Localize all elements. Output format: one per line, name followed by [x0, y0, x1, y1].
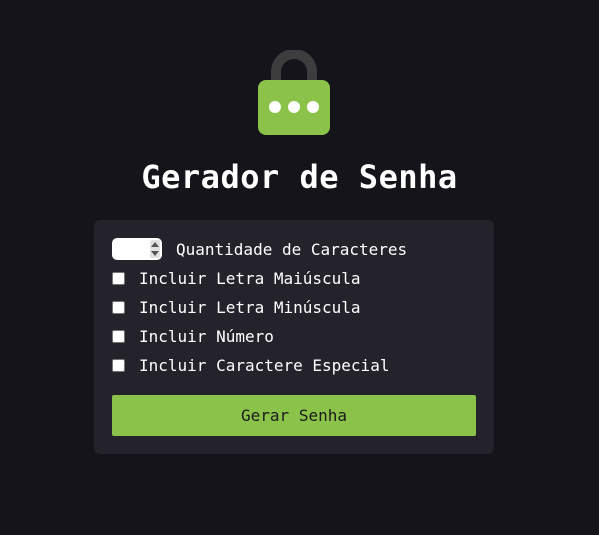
number-label[interactable]: Incluir Número: [139, 327, 274, 346]
generator-panel: Quantidade de Caracteres Incluir Letra M…: [94, 220, 494, 454]
chevron-up-icon: [151, 242, 159, 247]
option-lowercase[interactable]: Incluir Letra Minúscula: [112, 296, 361, 318]
length-stepper[interactable]: [112, 238, 162, 260]
option-special[interactable]: Incluir Caractere Especial: [112, 354, 389, 376]
page-title: Gerador de Senha: [141, 158, 458, 196]
generate-button[interactable]: Gerar Senha: [112, 395, 476, 436]
uppercase-checkbox[interactable]: [112, 271, 125, 285]
uppercase-label[interactable]: Incluir Letra Maiúscula: [139, 269, 361, 288]
special-label[interactable]: Incluir Caractere Especial: [139, 356, 389, 375]
number-checkbox[interactable]: [112, 329, 125, 343]
lock-icon: [258, 50, 330, 135]
lowercase-label[interactable]: Incluir Letra Minúscula: [139, 298, 361, 317]
chevron-down-icon: [151, 251, 159, 256]
increment-button[interactable]: [150, 240, 160, 249]
length-label: Quantidade de Caracteres: [176, 239, 408, 259]
option-uppercase[interactable]: Incluir Letra Maiúscula: [112, 267, 361, 289]
length-row: Quantidade de Caracteres: [112, 238, 407, 260]
length-input[interactable]: [112, 238, 148, 260]
lowercase-checkbox[interactable]: [112, 300, 125, 314]
page: Gerador de Senha Quantidade de Caractere…: [0, 0, 599, 535]
special-checkbox[interactable]: [112, 358, 125, 372]
decrement-button[interactable]: [150, 249, 160, 258]
spin-buttons[interactable]: [150, 240, 160, 258]
option-number[interactable]: Incluir Número: [112, 325, 274, 347]
